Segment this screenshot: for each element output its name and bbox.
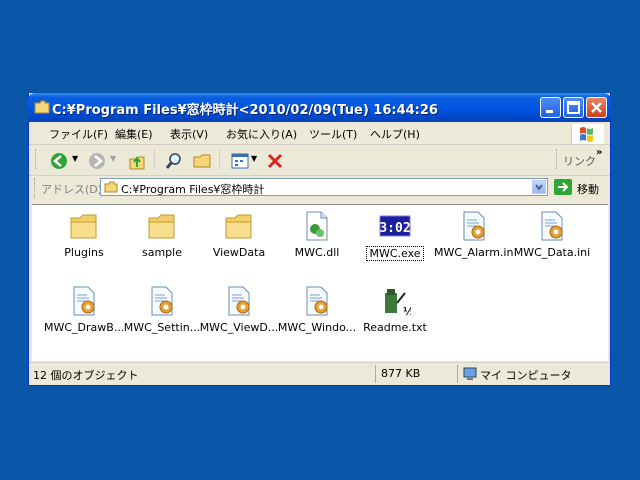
file-name: MWC_DrawB... — [44, 321, 124, 334]
chevron-down-icon — [535, 184, 543, 191]
menu-view[interactable]: 表示(V) — [170, 126, 208, 142]
file-name: Plugins — [64, 246, 104, 259]
up-folder-icon[interactable] — [127, 151, 147, 171]
go-button[interactable]: 移動 — [577, 181, 599, 197]
status-location: マイ コンピュータ — [480, 369, 572, 382]
file-item[interactable]: 3:02 MWC.exe — [355, 210, 435, 264]
links-grip[interactable] — [556, 149, 560, 169]
file-item[interactable]: MWC_Settin... — [122, 285, 202, 334]
file-item[interactable]: MWC_Windo... — [277, 285, 357, 334]
maximize-button[interactable] — [563, 97, 584, 118]
forward-dropdown-icon[interactable]: ▼ — [110, 154, 116, 163]
svg-text:½: ½ — [403, 305, 411, 317]
links-label[interactable]: リンク — [563, 153, 596, 169]
search-icon[interactable] — [164, 151, 184, 171]
toolbar-separator-2 — [219, 149, 223, 169]
file-item[interactable]: MWC_Data.ini — [512, 210, 592, 259]
address-value: C:¥Program Files¥窓枠時計 — [121, 183, 265, 196]
address-bar: アドレス(D) C:¥Program Files¥窓枠時計 移動 — [29, 176, 610, 200]
menu-favorites[interactable]: お気に入り(A) — [226, 126, 297, 142]
file-item[interactable]: MWC_Alarm.ini — [434, 210, 514, 259]
file-item[interactable]: ½ Readme.txt — [355, 285, 435, 334]
file-name: MWC_Windo... — [277, 321, 357, 334]
file-item[interactable]: ViewData — [199, 210, 279, 259]
folder-icon — [34, 100, 50, 114]
file-name: MWC_Data.ini — [513, 246, 591, 259]
back-dropdown-icon[interactable]: ▼ — [72, 154, 78, 163]
toolbar: ▼ ▼ ▼ リンク » — [29, 145, 610, 176]
address-dropdown-button[interactable] — [532, 180, 546, 194]
svg-text:3:02: 3:02 — [379, 221, 410, 236]
views-icon[interactable] — [230, 151, 250, 171]
ini-file-icon — [146, 285, 178, 317]
toolbar-separator — [154, 149, 158, 169]
close-icon — [591, 102, 602, 113]
back-icon[interactable] — [49, 151, 69, 171]
folder-icon — [146, 210, 178, 242]
ini-file-icon — [68, 285, 100, 317]
address-label: アドレス(D) — [41, 183, 103, 196]
file-item[interactable]: MWC_ViewD... — [199, 285, 279, 334]
status-divider — [375, 365, 376, 383]
ini-file-icon — [223, 285, 255, 317]
file-list: Plugins sample ViewData MWC.dll 3:02 MWC.exe M… — [32, 204, 608, 361]
toolbar-grip[interactable] — [35, 149, 39, 169]
status-object-count: 12 個のオブジェクト — [33, 369, 139, 382]
file-name: MWC_ViewD... — [199, 321, 279, 334]
file-item[interactable]: MWC_DrawB... — [44, 285, 124, 334]
address-grip[interactable] — [34, 178, 38, 198]
chevron-right-icon[interactable]: » — [596, 147, 602, 158]
file-name: MWC_Settin... — [123, 321, 201, 334]
file-item[interactable]: Plugins — [44, 210, 124, 259]
status-size: 877 KB — [381, 367, 421, 380]
minimize-icon — [546, 110, 553, 113]
computer-icon — [463, 367, 477, 380]
views-dropdown-icon[interactable]: ▼ — [251, 154, 257, 163]
ini-file-icon — [301, 285, 333, 317]
menu-bar: ファイル(F) 編集(E) 表示(V) お気に入り(A) ツール(T) ヘルプ(… — [29, 122, 610, 145]
menu-file[interactable]: ファイル(F) — [49, 126, 108, 142]
address-input[interactable]: C:¥Program Files¥窓枠時計 — [100, 178, 548, 196]
file-name: MWC_Alarm.ini — [434, 246, 514, 259]
folder-icon — [68, 210, 100, 242]
ini-file-icon — [536, 210, 568, 242]
status-bar: 12 個のオブジェクト 877 KB マイ コンピュータ — [29, 362, 610, 385]
delete-icon[interactable] — [265, 151, 285, 171]
folder-icon — [104, 181, 118, 193]
file-name: sample — [142, 246, 182, 259]
status-divider — [457, 365, 458, 383]
forward-icon[interactable] — [87, 151, 107, 171]
dll-file-icon — [301, 210, 333, 242]
file-name: ViewData — [212, 246, 266, 259]
file-name: MWC.dll — [294, 246, 340, 259]
menu-tools[interactable]: ツール(T) — [309, 126, 357, 142]
menu-edit[interactable]: 編集(E) — [115, 126, 153, 142]
file-item[interactable]: MWC.dll — [277, 210, 357, 259]
menu-help[interactable]: ヘルプ(H) — [370, 126, 420, 142]
title-bar[interactable]: C:¥Program Files¥窓枠時計<2010/02/09(Tue) 16… — [28, 93, 611, 122]
folders-icon[interactable] — [192, 151, 212, 171]
clock-app-icon: 3:02 — [379, 210, 411, 242]
window-title: C:¥Program Files¥窓枠時計<2010/02/09(Tue) 16… — [52, 103, 438, 118]
file-item[interactable]: sample — [122, 210, 202, 259]
file-name: MWC.exe — [366, 246, 424, 261]
ini-file-icon — [458, 210, 490, 242]
close-button[interactable] — [586, 97, 607, 118]
windows-logo — [571, 124, 604, 144]
folder-icon — [223, 210, 255, 242]
go-arrow-icon[interactable] — [554, 179, 572, 195]
explorer-window: C:¥Program Files¥窓枠時計<2010/02/09(Tue) 16… — [28, 93, 611, 386]
minimize-button[interactable] — [540, 97, 561, 118]
text-file-icon: ½ — [379, 285, 414, 318]
file-name: Readme.txt — [363, 321, 427, 334]
maximize-icon — [567, 101, 580, 114]
